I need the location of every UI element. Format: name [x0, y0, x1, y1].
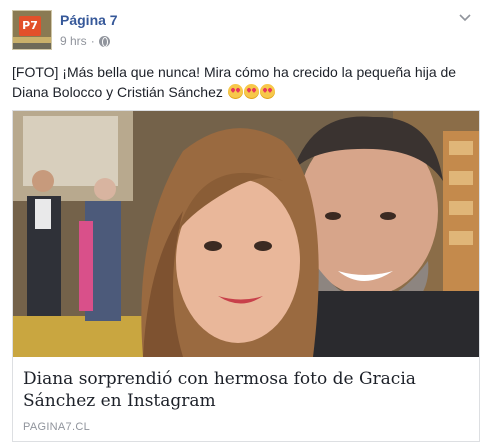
heart-eyes-emoji-icon: [243, 84, 259, 99]
meta-separator: ·: [90, 34, 95, 48]
attachment-title[interactable]: Diana sorprendió con hermosa foto de Gra…: [23, 368, 463, 412]
heart-eyes-emoji-icon: [227, 84, 243, 99]
page-avatar[interactable]: P7: [12, 10, 52, 50]
avatar-stripe: [13, 43, 51, 49]
chevron-down-icon[interactable]: [457, 10, 473, 26]
post-timestamp[interactable]: 9 hrs: [60, 34, 87, 48]
facebook-post: P7 Página 7 9 hrs · [FOTO] ¡Más bella qu…: [0, 0, 487, 443]
attachment-photo[interactable]: [13, 111, 479, 357]
post-meta: 9 hrs ·: [60, 34, 110, 48]
avatar-logo: P7: [19, 16, 41, 36]
post-body: [FOTO] ¡Más bella que nunca! Mira cómo h…: [12, 62, 478, 102]
attachment-domain: PAGINA7.CL: [23, 421, 90, 433]
link-attachment[interactable]: Diana sorprendió con hermosa foto de Gra…: [12, 110, 480, 442]
page-name-link[interactable]: Página 7: [60, 12, 118, 28]
photo-illustration: [13, 111, 479, 357]
heart-eyes-emoji-icon: [259, 84, 275, 99]
globe-icon[interactable]: [98, 35, 110, 47]
chevron-down-glyph: [459, 14, 471, 22]
